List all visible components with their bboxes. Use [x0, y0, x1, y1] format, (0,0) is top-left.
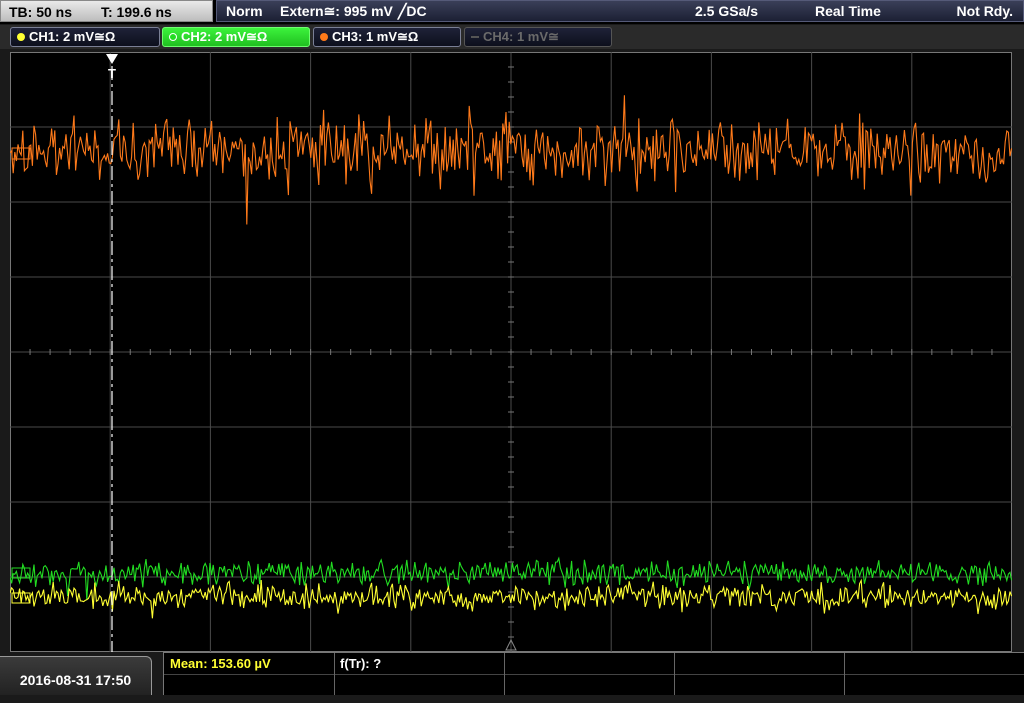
trigger-marker-label: T	[108, 66, 116, 81]
datetime-label: 2016-08-31 17:50	[19, 672, 132, 688]
ch2-label: CH2: 2 mV≅Ω	[181, 29, 268, 44]
measurement-divider	[504, 653, 505, 695]
trigger-slope: ╱DC	[398, 3, 427, 19]
trigger-status-box[interactable]: Norm Extern≅: 995 mV ╱DC 2.5 GSa/s Real …	[216, 0, 1024, 22]
timebase-box[interactable]: TB: 50 ns T: 199.6 ns	[0, 0, 213, 22]
measurement-frequency: f(Tr): ?	[340, 656, 382, 671]
sample-rate: 2.5 GSa/s	[695, 3, 759, 19]
acquisition-state: Not Rdy.	[956, 3, 1013, 19]
tab-ch2[interactable]: CH2: 2 mV≅Ω	[162, 27, 310, 47]
measurement-mean: Mean: 153.60 µV	[170, 656, 271, 671]
ch3-color-dot-icon	[320, 32, 328, 41]
ch1-label: CH1: 2 mV≅Ω	[29, 29, 116, 44]
tab-ch3[interactable]: CH3: 1 mV≅Ω	[313, 27, 461, 47]
tab-ch4[interactable]: CH4: 1 mV≅	[464, 27, 612, 47]
measurement-divider	[334, 653, 335, 695]
ch1-color-dot-icon	[17, 32, 25, 41]
datetime-box: 2016-08-31 17:50	[0, 656, 152, 695]
trigger-time-label: T: 199.6 ns	[101, 4, 172, 20]
measurement-panel[interactable]: Mean: 153.60 µV f(Tr): ?	[163, 652, 1024, 695]
ch4-off-dash-icon	[471, 35, 479, 38]
measurement-divider	[164, 674, 1024, 675]
trigger-source: Extern≅: 995 mV	[280, 3, 393, 19]
ch3-label: CH3: 1 mV≅Ω	[332, 29, 419, 44]
channel-tab-row: CH1: 2 mV≅Ω CH2: 2 mV≅Ω CH3: 1 mV≅Ω CH4:…	[0, 25, 1024, 49]
measurement-divider	[844, 653, 845, 695]
measurement-divider	[674, 653, 675, 695]
waveform-grid: T	[10, 52, 1012, 652]
trigger-mode: Norm	[226, 3, 263, 19]
ch4-label: CH4: 1 mV≅	[483, 29, 559, 44]
ch2-color-dot-icon	[169, 32, 177, 41]
trigger-position-arrow-icon[interactable]	[106, 54, 118, 64]
acquisition-mode: Real Time	[815, 3, 881, 19]
top-status-bar: TB: 50 ns T: 199.6 ns Norm Extern≅: 995 …	[0, 0, 1024, 24]
timebase-label: TB: 50 ns	[9, 4, 73, 20]
tab-ch1[interactable]: CH1: 2 mV≅Ω	[10, 27, 160, 47]
